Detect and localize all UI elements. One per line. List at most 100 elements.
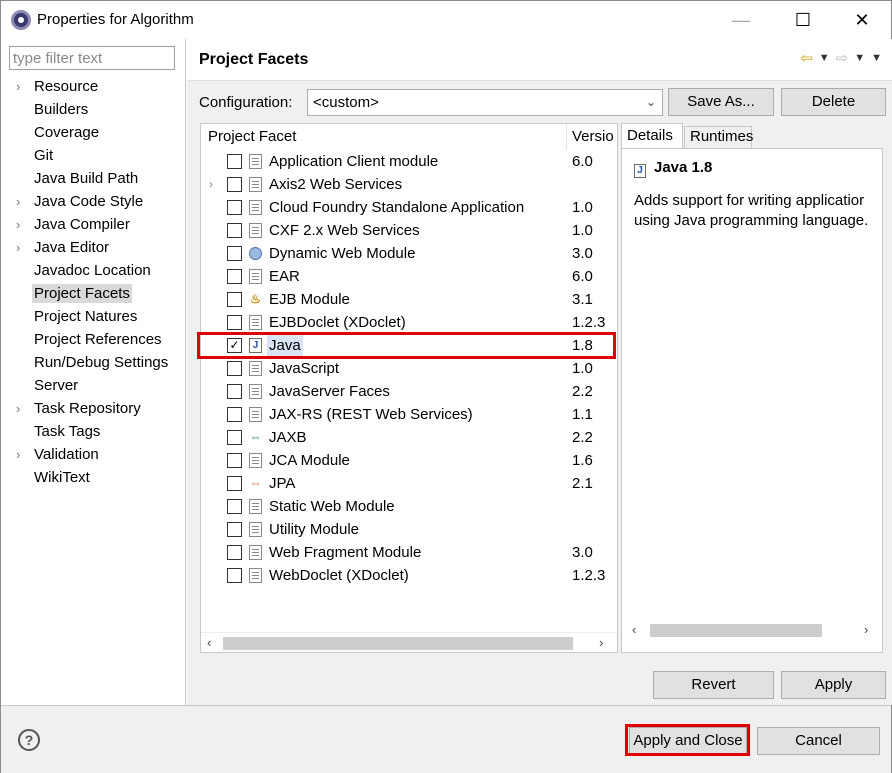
facet-version[interactable]: 2.1: [572, 472, 593, 495]
facet-row[interactable]: JCA Module 1.6: [201, 449, 617, 472]
facet-version[interactable]: 6.0: [572, 265, 593, 288]
facet-version[interactable]: 3.0: [572, 242, 593, 265]
facet-version[interactable]: 2.2: [572, 380, 593, 403]
facet-checkbox[interactable]: [227, 200, 242, 215]
scroll-right-icon[interactable]: ›: [864, 622, 868, 637]
view-menu-icon[interactable]: ▼: [871, 49, 882, 67]
sidebar-item[interactable]: Project Facets: [1, 282, 185, 305]
sidebar-item[interactable]: Git: [1, 144, 185, 167]
facet-row[interactable]: ⇔ JPA 2.1: [201, 472, 617, 495]
scroll-thumb[interactable]: [650, 624, 822, 637]
chevron-right-icon[interactable]: ›: [16, 236, 20, 259]
chevron-right-icon[interactable]: ›: [16, 397, 20, 420]
save-as-button[interactable]: Save As...: [668, 88, 774, 116]
facet-row[interactable]: Utility Module: [201, 518, 617, 541]
facet-row[interactable]: JavaScript 1.0: [201, 357, 617, 380]
facet-checkbox[interactable]: [227, 315, 242, 330]
scroll-left-icon[interactable]: ‹: [632, 622, 636, 637]
facet-row[interactable]: WebDoclet (XDoclet) 1.2.3: [201, 564, 617, 587]
facet-row[interactable]: EAR 6.0: [201, 265, 617, 288]
facet-checkbox[interactable]: [227, 269, 242, 284]
configuration-select[interactable]: <custom> ⌄: [307, 89, 663, 116]
help-icon[interactable]: ?: [18, 729, 40, 751]
details-horizontal-scrollbar[interactable]: ‹ ›: [622, 620, 882, 640]
sidebar-item[interactable]: Project Natures: [1, 305, 185, 328]
cancel-button[interactable]: Cancel: [757, 727, 880, 755]
facet-checkbox[interactable]: [227, 499, 242, 514]
facet-checkbox[interactable]: [227, 407, 242, 422]
sidebar-item[interactable]: Coverage: [1, 121, 185, 144]
chevron-right-icon[interactable]: ›: [16, 75, 20, 98]
revert-button[interactable]: Revert: [653, 671, 774, 699]
facet-checkbox[interactable]: [227, 476, 242, 491]
facet-checkbox[interactable]: [227, 177, 242, 192]
facet-version[interactable]: 1.8: [572, 334, 593, 357]
chevron-right-icon[interactable]: ›: [209, 173, 213, 196]
facet-row[interactable]: Cloud Foundry Standalone Application 1.0: [201, 196, 617, 219]
facet-checkbox[interactable]: [227, 246, 242, 261]
back-dropdown-icon[interactable]: ▼: [819, 49, 830, 67]
chevron-right-icon[interactable]: ›: [16, 443, 20, 466]
facet-row[interactable]: JAX-RS (REST Web Services) 1.1: [201, 403, 617, 426]
facet-row[interactable]: Dynamic Web Module 3.0: [201, 242, 617, 265]
facet-row[interactable]: JavaServer Faces 2.2: [201, 380, 617, 403]
column-header-facet[interactable]: Project Facet: [201, 124, 567, 150]
sidebar-item[interactable]: Java Build Path: [1, 167, 185, 190]
minimize-button[interactable]: —: [718, 1, 764, 39]
facet-row[interactable]: Web Fragment Module 3.0: [201, 541, 617, 564]
facet-row[interactable]: › Axis2 Web Services: [201, 173, 617, 196]
facet-version[interactable]: 1.0: [572, 196, 593, 219]
scroll-left-icon[interactable]: ‹: [207, 635, 211, 650]
apply-button[interactable]: Apply: [781, 671, 886, 699]
facet-version[interactable]: 1.2.3: [572, 564, 605, 587]
facet-row[interactable]: ⇔ JAXB 2.2: [201, 426, 617, 449]
back-arrow-icon[interactable]: ⇦: [800, 49, 813, 67]
facet-checkbox[interactable]: [227, 154, 242, 169]
maximize-button[interactable]: ☐: [780, 1, 826, 39]
facet-checkbox[interactable]: [227, 430, 242, 445]
facet-checkbox[interactable]: ✓: [227, 338, 242, 353]
facet-row[interactable]: Static Web Module: [201, 495, 617, 518]
close-button[interactable]: ✕: [839, 1, 885, 39]
facet-checkbox[interactable]: [227, 292, 242, 307]
forward-dropdown-icon[interactable]: ▼: [854, 49, 865, 67]
facet-version[interactable]: 6.0: [572, 150, 593, 173]
facet-version[interactable]: 1.0: [572, 219, 593, 242]
facet-checkbox[interactable]: [227, 545, 242, 560]
scroll-right-icon[interactable]: ›: [599, 635, 603, 650]
facet-version[interactable]: 1.6: [572, 449, 593, 472]
tab-runtimes[interactable]: Runtimes: [684, 126, 753, 149]
facet-row[interactable]: Application Client module 6.0: [201, 150, 617, 173]
column-header-version[interactable]: Versio: [568, 124, 617, 150]
facet-checkbox[interactable]: [227, 223, 242, 238]
filter-input[interactable]: [9, 46, 175, 70]
facet-version[interactable]: 1.0: [572, 357, 593, 380]
facet-version[interactable]: 1.1: [572, 403, 593, 426]
facet-row[interactable]: EJBDoclet (XDoclet) 1.2.3: [201, 311, 617, 334]
sidebar-item[interactable]: Builders: [1, 98, 185, 121]
facet-row[interactable]: ♨ EJB Module 3.1: [201, 288, 617, 311]
facet-version[interactable]: 1.2.3: [572, 311, 605, 334]
facet-checkbox[interactable]: [227, 453, 242, 468]
sidebar-item[interactable]: › Java Compiler: [1, 213, 185, 236]
sidebar-item[interactable]: › Java Code Style: [1, 190, 185, 213]
sidebar-item[interactable]: Task Tags: [1, 420, 185, 443]
facet-checkbox[interactable]: [227, 568, 242, 583]
scroll-thumb[interactable]: [223, 637, 573, 650]
sidebar-item[interactable]: WikiText: [1, 466, 185, 489]
facet-row[interactable]: CXF 2.x Web Services 1.0: [201, 219, 617, 242]
tab-details[interactable]: Details: [621, 123, 683, 149]
facet-checkbox[interactable]: [227, 384, 242, 399]
facet-checkbox[interactable]: [227, 361, 242, 376]
sidebar-item[interactable]: Run/Debug Settings: [1, 351, 185, 374]
delete-button[interactable]: Delete: [781, 88, 886, 116]
forward-arrow-icon[interactable]: ⇨: [836, 49, 849, 67]
facet-version[interactable]: 3.1: [572, 288, 593, 311]
sidebar-item[interactable]: › Validation: [1, 443, 185, 466]
facet-version[interactable]: 2.2: [572, 426, 593, 449]
sidebar-item[interactable]: › Task Repository: [1, 397, 185, 420]
chevron-right-icon[interactable]: ›: [16, 190, 20, 213]
facet-version[interactable]: 3.0: [572, 541, 593, 564]
sidebar-item[interactable]: Project References: [1, 328, 185, 351]
sidebar-item[interactable]: Javadoc Location: [1, 259, 185, 282]
